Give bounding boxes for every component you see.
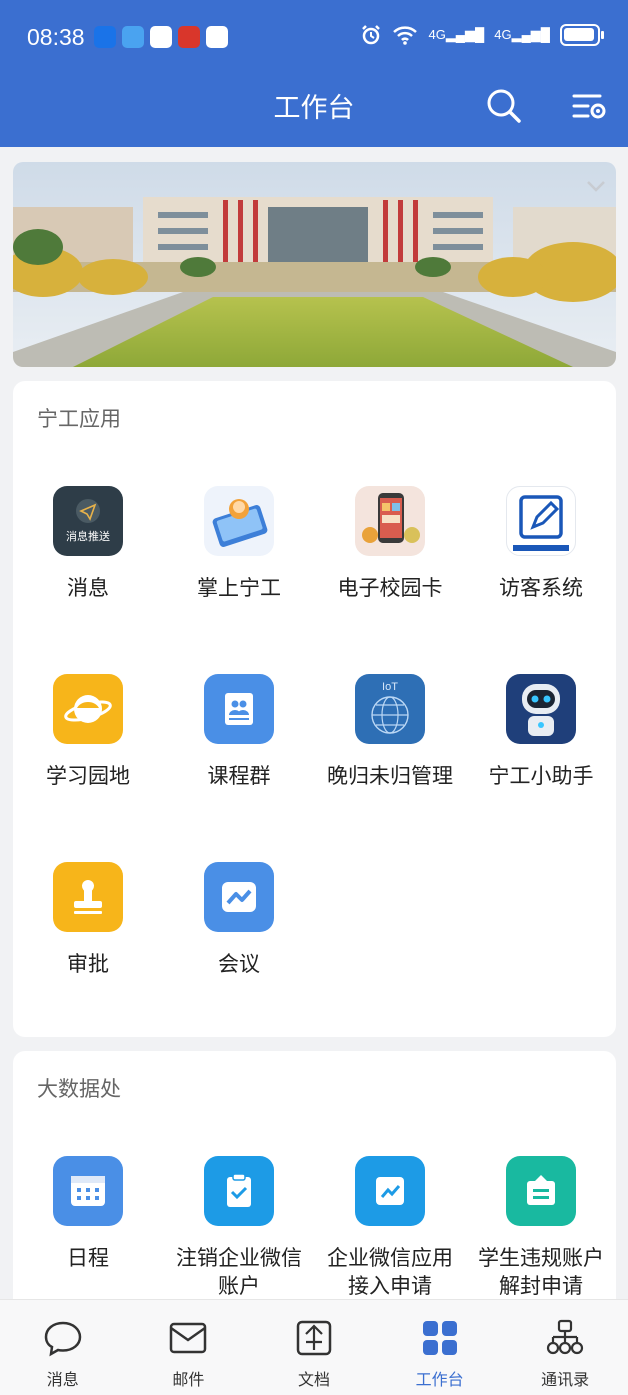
app-zhangshang-ninggong[interactable]: 掌上宁工 (164, 486, 314, 602)
nav-label: 邮件 (172, 1370, 205, 1389)
status-bar: 08:38 4G▂▄▆█ 4G▂▄▆█ (0, 0, 628, 72)
stamp-icon (53, 862, 123, 932)
settings-list-icon[interactable] (570, 86, 610, 126)
top-bar: 08:38 4G▂▄▆█ 4G▂▄▆█ 工作台 (0, 0, 628, 147)
robot-icon (506, 674, 576, 744)
nav-documents[interactable]: 文档 (251, 1300, 377, 1395)
org-chart-icon (547, 1319, 584, 1355)
paw-app-icon-2 (206, 26, 228, 48)
chevron-down-icon[interactable] (586, 180, 606, 192)
icon-caption: 消息推送 (66, 530, 110, 543)
nav-label: 消息 (46, 1370, 79, 1389)
calendar-icon (53, 1156, 123, 1226)
app-course-group[interactable]: 课程群 (164, 674, 314, 790)
app-label: 宁工小助手 (488, 764, 594, 788)
planet-icon (53, 674, 123, 744)
meeting-icon (204, 862, 274, 932)
app-section-big-data: 大数据处 日程 注销企业微信账户 企业微信应用接入申请 学生违规账户解封申请 (13, 1051, 616, 1311)
nav-mail[interactable]: 邮件 (126, 1300, 252, 1395)
network-label-2: 4G (494, 27, 512, 42)
app-student-account-unblock[interactable]: 学生违规账户解封申请 (466, 1156, 616, 1300)
news-app-icon (178, 26, 200, 48)
signal-1: 4G▂▄▆█ (428, 27, 485, 42)
visitor-pen-icon (506, 486, 576, 556)
nav-label: 通讯录 (541, 1370, 590, 1389)
nav-messages[interactable]: 消息 (0, 1300, 126, 1395)
clipboard-check-icon (204, 1156, 274, 1226)
app-label: 课程群 (207, 764, 271, 788)
ticket-icon (506, 1156, 576, 1226)
section-title: 宁工应用 (37, 407, 121, 431)
bottom-navigation: 消息 邮件 文档 工作台 通讯录 (0, 1299, 628, 1395)
app-label: 学生违规账户解封申请 (478, 1246, 604, 1298)
app-label: 企业微信应用接入申请 (327, 1246, 453, 1298)
weather-app-icon (122, 26, 144, 48)
app-meeting[interactable]: 会议 (164, 862, 314, 978)
app-label: 晚归未归管理 (327, 764, 453, 788)
status-time: 08:38 (27, 24, 85, 50)
wifi-icon (393, 26, 418, 45)
app-label: 访客系统 (499, 576, 583, 600)
app-visitor-system[interactable]: 访客系统 (466, 486, 616, 602)
app-wecom-access-request[interactable]: 企业微信应用接入申请 (315, 1156, 465, 1300)
app-late-return-management[interactable]: IoT 晚归未归管理 (315, 674, 465, 790)
section-title: 大数据处 (37, 1077, 121, 1101)
app-label: 日程 (67, 1246, 109, 1270)
iot-globe-icon: IoT (355, 674, 425, 744)
mail-icon (170, 1322, 207, 1354)
app-campus-card[interactable]: 电子校园卡 (315, 486, 465, 602)
search-icon[interactable] (484, 86, 524, 126)
nav-workbench[interactable]: 工作台 (377, 1300, 503, 1395)
nav-label: 文档 (297, 1370, 330, 1389)
arrow-app-icon (94, 26, 116, 48)
alarm-icon (362, 25, 381, 45)
mobile-assistant-icon (204, 486, 274, 556)
app-label: 审批 (67, 952, 109, 976)
app-ninggong-assistant[interactable]: 宁工小助手 (466, 674, 616, 790)
nav-label: 工作台 (415, 1370, 464, 1389)
signal-2: 4G▂▄▆█ (494, 27, 550, 42)
app-label: 电子校园卡 (337, 576, 443, 600)
campus-card-icon (355, 486, 425, 556)
contacts-book-icon (204, 674, 274, 744)
campus-photo (13, 162, 616, 367)
app-label: 会议 (218, 952, 260, 976)
app-label: 学习园地 (46, 764, 130, 788)
grid-icon (422, 1321, 457, 1355)
icon-caption: IoT (382, 681, 398, 693)
message-push-icon: 消息推送 (53, 486, 123, 556)
app-label: 掌上宁工 (197, 576, 281, 600)
app-label: 注销企业微信账户 (176, 1246, 302, 1298)
trend-chart-icon (355, 1156, 425, 1226)
document-icon (296, 1320, 332, 1356)
notification-icons (94, 26, 228, 48)
app-cancel-wecom-account[interactable]: 注销企业微信账户 (164, 1156, 314, 1300)
campus-banner[interactable] (13, 162, 616, 367)
app-approval[interactable]: 审批 (13, 862, 163, 978)
network-label-1: 4G (428, 27, 446, 42)
page-title: 工作台 (273, 93, 355, 124)
app-schedule[interactable]: 日程 (13, 1156, 163, 1272)
app-message[interactable]: 消息推送 消息 (13, 486, 163, 602)
app-section-ninggong: 宁工应用 消息推送 消息 掌上宁工 电子校园卡 访客系统 学习园地 课程群 Io… (13, 381, 616, 1037)
app-study-garden[interactable]: 学习园地 (13, 674, 163, 790)
system-icons: 4G▂▄▆█ 4G▂▄▆█ (360, 24, 604, 46)
battery-icon (560, 24, 604, 46)
app-label: 消息 (67, 576, 109, 600)
chat-bubble-icon (44, 1321, 82, 1357)
nav-contacts[interactable]: 通讯录 (502, 1300, 628, 1395)
paw-app-icon (150, 26, 172, 48)
